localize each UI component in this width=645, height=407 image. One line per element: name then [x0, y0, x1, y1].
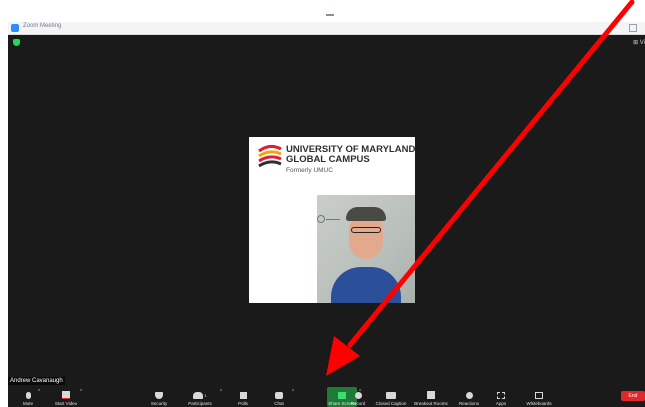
participants-button[interactable]: 1 Participants: [184, 386, 216, 407]
closed-caption-label: Closed Caption: [375, 401, 407, 406]
closed-caption-button[interactable]: Closed Caption: [374, 386, 408, 407]
participant-video-tile[interactable]: UNIVERSITY OF MARYLAND GLOBAL CAMPUS For…: [249, 137, 415, 303]
start-video-button[interactable]: Start Video: [50, 386, 82, 407]
person-shirt: [331, 267, 401, 303]
chat-label: Chat: [274, 401, 284, 406]
cc-icon: [386, 392, 396, 399]
security-label: Security: [150, 401, 168, 406]
umgc-logo-icon: [258, 144, 282, 168]
record-label: Record: [350, 401, 366, 406]
grid-icon: [427, 391, 435, 399]
whiteboards-label: Whiteboards: [526, 401, 552, 406]
emoji-icon: [465, 392, 473, 399]
apps-label: Apps: [495, 401, 507, 406]
video-camera-off-icon: [62, 391, 70, 399]
whiteboards-button[interactable]: Whiteboards: [522, 386, 556, 407]
shield-icon: [155, 392, 163, 399]
reactions-label: Reactions: [458, 401, 479, 406]
view-button[interactable]: ⊞ Vi: [633, 39, 645, 46]
microphone-icon: [25, 392, 31, 399]
chat-button[interactable]: Chat: [270, 386, 288, 407]
zoom-app-icon: [11, 24, 19, 32]
participants-count: 1: [204, 393, 207, 398]
window-drag-handle[interactable]: [326, 14, 334, 16]
audio-options-chevron-icon[interactable]: ^: [38, 389, 40, 395]
window-titlebar: Zoom Meeting: [8, 22, 645, 35]
window-title: Zoom Meeting: [23, 23, 62, 29]
slide-title-line2: GLOBAL CAMPUS: [286, 154, 370, 165]
apps-icon: [497, 392, 505, 399]
person-glasses: [351, 227, 381, 233]
mute-label: Mute: [22, 401, 33, 406]
participant-photo: [317, 195, 415, 303]
reactions-button[interactable]: Reactions: [456, 386, 482, 407]
record-button[interactable]: Record: [344, 386, 372, 407]
meeting-toolbar: Mute ^ Start Video ^ Security 1 Particip…: [8, 386, 645, 407]
participant-name-tag: Andrew Cavanaugh: [8, 377, 65, 385]
polls-button[interactable]: Polls: [234, 386, 252, 407]
record-icon: [354, 392, 362, 399]
participants-label: Participants: [188, 401, 212, 406]
slide-subtitle: Formerly UMUC: [286, 167, 333, 174]
mute-button[interactable]: Mute: [18, 386, 38, 407]
polls-label: Polls: [238, 401, 248, 406]
meeting-area: ⊞ Vi UNIVERSITY OF MARYLAND GLOBAL CAMPU…: [8, 35, 645, 407]
wall-decoration-icon: [317, 215, 325, 223]
slide-title: UNIVERSITY OF MARYLAND GLOBAL CAMPUS For…: [286, 145, 415, 176]
video-options-chevron-icon[interactable]: ^: [80, 389, 82, 395]
people-icon: [193, 392, 204, 399]
maximize-icon[interactable]: [629, 24, 637, 32]
start-video-label: Start Video: [54, 401, 78, 406]
end-meeting-button[interactable]: End: [621, 391, 645, 401]
wall-decoration-line: [326, 219, 340, 220]
whiteboard-icon: [535, 392, 543, 399]
breakout-rooms-label: Breakout Rooms: [414, 401, 448, 406]
chat-bubble-icon: [275, 392, 283, 399]
participants-icon-group: 1: [193, 392, 207, 399]
participants-options-chevron-icon[interactable]: ^: [220, 389, 222, 395]
chat-options-chevron-icon[interactable]: ^: [292, 389, 294, 395]
breakout-rooms-button[interactable]: Breakout Rooms: [412, 386, 450, 407]
person-cap: [346, 207, 386, 221]
security-button[interactable]: Security: [146, 386, 172, 407]
person-face: [349, 215, 383, 259]
bar-chart-icon: [239, 392, 247, 399]
apps-button[interactable]: Apps: [492, 386, 510, 407]
encryption-shield-icon[interactable]: [13, 39, 20, 46]
